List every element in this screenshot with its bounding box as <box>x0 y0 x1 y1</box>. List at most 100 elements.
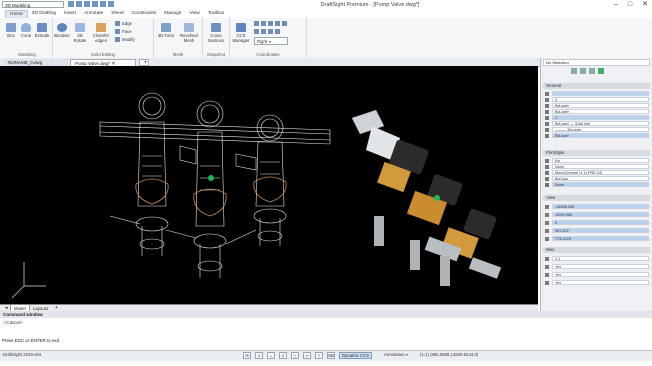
tab-toolbox[interactable]: Toolbox <box>204 10 229 18</box>
snap-icon[interactable]: ⊞ <box>243 351 251 359</box>
quick-input-icon[interactable]: ⌨ <box>327 351 335 359</box>
toggle-pickadd-icon[interactable] <box>571 68 577 74</box>
box-button[interactable]: Box <box>4 23 18 38</box>
prop-row[interactable]: ——— ByLayer <box>545 127 649 132</box>
tab-constraints[interactable]: Constraints <box>128 10 160 18</box>
prop-row[interactable]: Yes <box>545 264 649 269</box>
ortho-icon[interactable]: ⊥ <box>267 351 275 359</box>
select-objects-icon[interactable] <box>580 68 586 74</box>
prop-row[interactable]: 1 <box>545 115 649 120</box>
section-title: View <box>546 195 556 200</box>
prop-value: ByLayer <box>552 103 649 108</box>
prop-row[interactable]: ByLayer <box>545 103 649 108</box>
tab-view[interactable]: View <box>185 10 203 18</box>
redo-icon[interactable] <box>108 1 114 7</box>
color-icon <box>545 103 549 108</box>
maximize-button[interactable]: □ <box>628 0 632 10</box>
prop-row[interactable]: ByColor <box>545 176 649 181</box>
close-button[interactable]: ✕ <box>642 0 648 10</box>
workspace-select[interactable]: 3D Modeling <box>2 1 64 8</box>
printstyle-icon <box>545 164 549 169</box>
3d-rotate-button[interactable]: 3D Rotate <box>71 23 89 43</box>
tab-annotate[interactable]: Annotate <box>80 10 107 18</box>
3d-face-button[interactable]: 3D Face <box>157 23 175 38</box>
command-prompt[interactable]: Press ESC or ENTER to exit <box>2 338 59 343</box>
drawing-viewport[interactable] <box>0 66 538 304</box>
tab-sheet[interactable]: Sheet <box>107 10 128 18</box>
new-file-icon[interactable] <box>68 1 74 7</box>
undo-icon[interactable] <box>100 1 106 7</box>
lineweight-toggle-icon[interactable]: ≡ <box>315 351 323 359</box>
prop-row[interactable]: 967.422 <box>545 228 649 233</box>
selection-select[interactable]: No Selection <box>543 59 650 66</box>
green-indicator <box>208 175 214 181</box>
modify-button[interactable]: Modify <box>115 37 135 42</box>
modeling-group-label: Modeling <box>18 52 36 57</box>
new-tab-button[interactable]: + <box>139 59 149 66</box>
prop-value: 773.2425 <box>552 236 649 241</box>
prop-row[interactable]: No <box>545 158 649 163</box>
doc-tab-pump-valve[interactable]: Pump Valve.dwg* ✕ <box>70 59 136 66</box>
ccs-view-icon[interactable] <box>254 29 259 34</box>
prop-row[interactable]: Yes <box>545 280 649 285</box>
boolean-button[interactable]: Boolean <box>54 23 70 38</box>
prop-row[interactable]: None <box>545 182 649 187</box>
prop-row[interactable]: None <box>545 164 649 169</box>
ccs-manager-button[interactable]: CCS Manager <box>232 23 250 43</box>
ccs-origin-icon[interactable] <box>261 21 266 26</box>
ccs-z-icon[interactable] <box>282 21 287 26</box>
save-icon[interactable] <box>84 1 90 7</box>
quick-select-icon[interactable] <box>589 68 595 74</box>
esnap-icon[interactable]: ◇ <box>291 351 299 359</box>
revolved-mesh-button[interactable]: Revolved Mesh <box>178 23 200 43</box>
prop-row[interactable]: 0 <box>545 220 649 225</box>
prop-row[interactable]: ByLayer — Solid line <box>545 121 649 126</box>
solid-editing-group-label: Solid Editing <box>91 52 115 57</box>
prop-row[interactable]: MonoChrome (1:1) PRE US <box>545 170 649 175</box>
etrack-icon[interactable]: ∞ <box>303 351 311 359</box>
prop-row[interactable]: ByLayer <box>545 109 649 114</box>
ccs-tools-row-2 <box>254 29 280 34</box>
face-button[interactable]: Face <box>115 29 132 34</box>
prop-row[interactable]: -6991.906 <box>545 212 649 217</box>
dynamic-ccs-toggle[interactable]: Dynamic CCS <box>339 351 372 359</box>
view-select[interactable]: Right ▾ <box>254 37 288 45</box>
prop-value: 1 <box>552 115 649 120</box>
printstyle-section-header[interactable]: PrintStyle <box>543 150 650 156</box>
general-section-header[interactable]: General <box>543 83 650 89</box>
view-section-header[interactable]: View <box>543 195 650 201</box>
edge-button[interactable]: Edge <box>115 21 132 26</box>
ccs-previous-icon[interactable] <box>275 29 280 34</box>
tab-home[interactable]: Home <box>5 10 28 18</box>
ccs-world-icon[interactable] <box>254 21 259 26</box>
polar-icon[interactable]: ∠ <box>279 351 287 359</box>
help-icon[interactable] <box>598 68 604 74</box>
ccs-object-icon[interactable] <box>261 29 266 34</box>
annotation-scale-select[interactable]: Annotation ▾ <box>384 352 408 357</box>
extrude-button[interactable]: Extrude <box>34 23 50 38</box>
tab-manage[interactable]: Manage <box>160 10 185 18</box>
ccs-face-icon[interactable] <box>268 29 273 34</box>
tab-3d-drafting[interactable]: 3D Drafting <box>28 10 60 18</box>
tab-insert[interactable]: Insert <box>60 10 80 18</box>
chamfer-edges-button[interactable]: Chamfer edges <box>91 23 111 43</box>
minimize-button[interactable]: – <box>614 0 618 10</box>
grid-icon[interactable]: # <box>255 351 263 359</box>
prop-value: ByLayer <box>552 109 649 114</box>
prop-row[interactable]: ByLayer <box>545 133 649 138</box>
cross-sections-button[interactable]: Cross Sections <box>205 23 227 43</box>
cone-button[interactable]: Cone <box>19 23 33 38</box>
prop-row[interactable]: -14896.328 <box>545 204 649 209</box>
doc-tab-noname[interactable]: NONAME_0.dwg <box>4 59 68 66</box>
ccs-y-icon[interactable] <box>275 21 280 26</box>
prop-row[interactable]: Yes <box>545 272 649 277</box>
prop-row[interactable]: 1:1 <box>545 256 649 261</box>
prop-value: -14896.328 <box>552 204 649 209</box>
ccs-x-icon[interactable] <box>268 21 273 26</box>
print-icon[interactable] <box>92 1 98 7</box>
open-file-icon[interactable] <box>76 1 82 7</box>
prop-row[interactable]: 0 <box>545 97 649 102</box>
prop-row[interactable] <box>545 91 649 96</box>
misc-section-header[interactable]: Misc <box>543 247 650 253</box>
prop-row[interactable]: 773.2425 <box>545 236 649 241</box>
